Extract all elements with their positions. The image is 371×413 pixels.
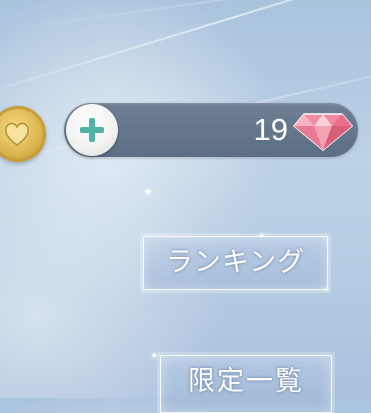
plus-icon	[80, 118, 104, 142]
sparkle-1: ✦	[143, 185, 154, 199]
sparkle-4: ✦	[150, 351, 159, 362]
gem-count: 19	[253, 112, 288, 147]
plus-button[interactable]	[66, 104, 118, 156]
ranking-button[interactable]: ランキング	[143, 236, 328, 290]
background-light-streak-3	[0, 0, 371, 32]
limited-list-button[interactable]: 限定一覧	[160, 355, 332, 413]
background-light-streak-1	[0, 0, 371, 102]
pink-diamond-icon	[292, 113, 354, 151]
